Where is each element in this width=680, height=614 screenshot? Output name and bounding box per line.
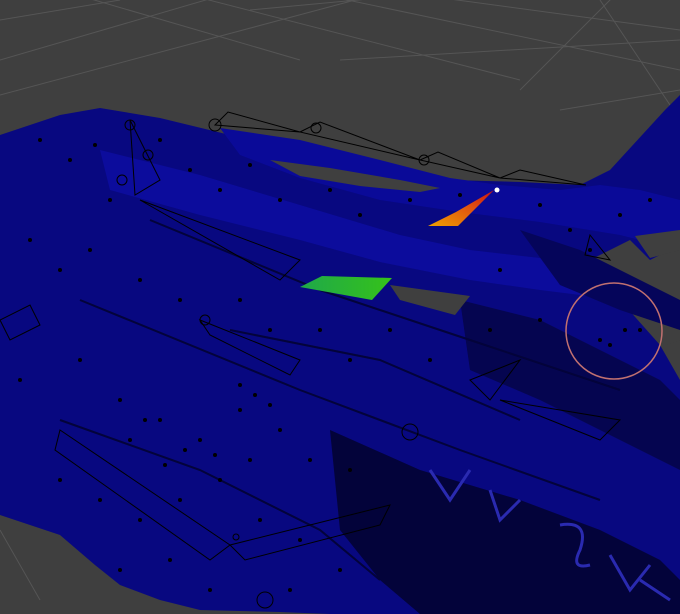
hand-mesh[interactable] (0, 95, 680, 614)
weight-paint-scene[interactable] (0, 0, 680, 614)
3d-viewport[interactable] (0, 0, 680, 614)
active-vertex[interactable] (494, 187, 500, 193)
